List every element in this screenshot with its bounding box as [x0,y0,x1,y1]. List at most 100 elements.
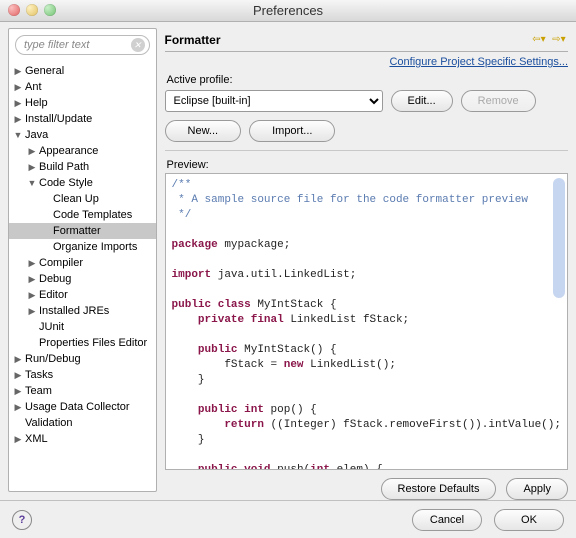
tree-node-label: Code Templates [53,209,132,221]
disclosure-closed-icon[interactable]: ▶ [13,354,23,364]
disclosure-closed-icon[interactable]: ▶ [13,434,23,444]
disclosure-closed-icon[interactable]: ▶ [27,290,37,300]
tree-node-label: Formatter [53,225,101,237]
edit-button[interactable]: Edit... [391,90,453,112]
disclosure-closed-icon[interactable]: ▶ [13,114,23,124]
active-profile-label: Active profile: [167,74,568,86]
tree-node-xml[interactable]: ▶XML [9,431,156,447]
restore-defaults-button[interactable]: Restore Defaults [381,478,497,500]
tree-node-properties-files-editor[interactable]: Properties Files Editor [9,335,156,351]
tree-node-run-debug[interactable]: ▶Run/Debug [9,351,156,367]
titlebar: Preferences [0,0,576,22]
new-button[interactable]: New... [165,120,242,142]
disclosure-closed-icon[interactable]: ▶ [27,306,37,316]
disclosure-none [41,242,51,252]
tree-node-label: Help [25,97,48,109]
import-button[interactable]: Import... [249,120,335,142]
tree-node-label: Ant [25,81,42,93]
tree-node-label: Compiler [39,257,83,269]
preview-area: /** * A sample source file for the code … [165,173,568,470]
tree-node-label: Properties Files Editor [39,337,147,349]
tree-node-usage-data-collector[interactable]: ▶Usage Data Collector [9,399,156,415]
disclosure-none [13,418,23,428]
clear-filter-icon[interactable]: ✕ [131,38,145,52]
disclosure-open-icon[interactable]: ▼ [13,130,23,140]
tree-node-code-style[interactable]: ▼Code Style [9,175,156,191]
history-nav: ⇦▾ ⇨▾ [530,33,568,47]
tree-node-label: Run/Debug [25,353,81,365]
tree-node-label: XML [25,433,48,445]
tree-node-validation[interactable]: Validation [9,415,156,431]
disclosure-none [41,210,51,220]
tree-node-label: Usage Data Collector [25,401,130,413]
tree-node-label: Build Path [39,161,89,173]
remove-button: Remove [461,90,536,112]
close-window-button[interactable] [8,4,20,16]
filter-input[interactable]: type filter text ✕ [15,35,150,55]
tree-node-label: Editor [39,289,68,301]
main-panel: Formatter ⇦▾ ⇨▾ Configure Project Specif… [165,28,568,500]
disclosure-closed-icon[interactable]: ▶ [27,258,37,268]
tree-node-tasks[interactable]: ▶Tasks [9,367,156,383]
disclosure-closed-icon[interactable]: ▶ [13,98,23,108]
back-icon[interactable]: ⇦▾ [530,33,548,47]
tree-node-appearance[interactable]: ▶Appearance [9,143,156,159]
disclosure-open-icon[interactable]: ▼ [27,178,37,188]
tree-node-debug[interactable]: ▶Debug [9,271,156,287]
zoom-window-button[interactable] [44,4,56,16]
disclosure-none [41,194,51,204]
tree-node-label: Code Style [39,177,93,189]
tree-node-label: Appearance [39,145,98,157]
page-title: Formatter [165,33,530,47]
tree-node-label: Team [25,385,52,397]
disclosure-none [27,338,37,348]
tree-node-label: JUnit [39,321,64,333]
disclosure-closed-icon[interactable]: ▶ [13,402,23,412]
forward-icon[interactable]: ⇨▾ [550,33,568,47]
scrollbar-thumb[interactable] [553,178,565,298]
tree-node-help[interactable]: ▶Help [9,95,156,111]
disclosure-closed-icon[interactable]: ▶ [27,162,37,172]
tree-node-team[interactable]: ▶Team [9,383,156,399]
tree-node-label: Clean Up [53,193,99,205]
disclosure-none [27,322,37,332]
disclosure-closed-icon[interactable]: ▶ [13,386,23,396]
window-controls [8,4,56,16]
tree-node-general[interactable]: ▶General [9,63,156,79]
minimize-window-button[interactable] [26,4,38,16]
disclosure-closed-icon[interactable]: ▶ [13,82,23,92]
tree-node-label: Debug [39,273,71,285]
disclosure-closed-icon[interactable]: ▶ [27,146,37,156]
tree-node-build-path[interactable]: ▶Build Path [9,159,156,175]
disclosure-closed-icon[interactable]: ▶ [13,66,23,76]
tree-node-label: Java [25,129,48,141]
ok-button[interactable]: OK [494,509,564,531]
apply-button[interactable]: Apply [506,478,568,500]
disclosure-closed-icon[interactable]: ▶ [13,370,23,380]
active-profile-select[interactable]: Eclipse [built-in] [165,90,383,112]
tree-node-organize-imports[interactable]: Organize Imports [9,239,156,255]
filter-placeholder: type filter text [24,39,89,51]
tree-node-code-templates[interactable]: Code Templates [9,207,156,223]
tree-node-java[interactable]: ▼Java [9,127,156,143]
help-icon[interactable]: ? [12,510,32,530]
tree-node-formatter[interactable]: Formatter [9,223,156,239]
tree-node-label: Organize Imports [53,241,137,253]
tree-node-editor[interactable]: ▶Editor [9,287,156,303]
configure-project-settings-link[interactable]: Configure Project Specific Settings... [389,56,568,68]
tree-node-label: General [25,65,64,77]
tree-node-label: Installed JREs [39,305,109,317]
tree-node-label: Install/Update [25,113,92,125]
disclosure-closed-icon[interactable]: ▶ [27,274,37,284]
tree-node-ant[interactable]: ▶Ant [9,79,156,95]
tree-node-junit[interactable]: JUnit [9,319,156,335]
tree-node-install-update[interactable]: ▶Install/Update [9,111,156,127]
tree-node-installed-jres[interactable]: ▶Installed JREs [9,303,156,319]
tree-node-compiler[interactable]: ▶Compiler [9,255,156,271]
separator [165,150,568,151]
tree-node-label: Validation [25,417,73,429]
window-title: Preferences [0,3,576,18]
tree-node-clean-up[interactable]: Clean Up [9,191,156,207]
preferences-tree: type filter text ✕ ▶General▶Ant▶Help▶Ins… [8,28,157,492]
cancel-button[interactable]: Cancel [412,509,482,531]
